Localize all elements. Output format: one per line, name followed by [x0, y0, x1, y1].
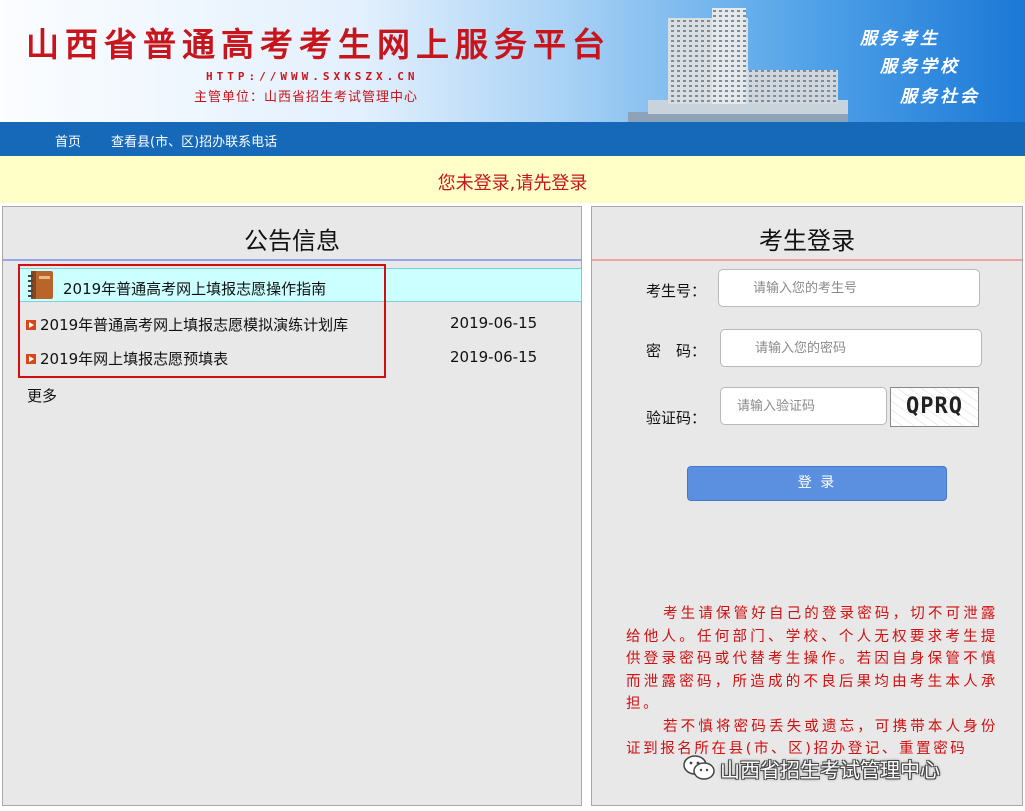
slogan-3: 服务社会	[900, 87, 980, 107]
wechat-icon	[683, 755, 715, 780]
password-input[interactable]	[720, 329, 982, 367]
more-link[interactable]: 更多	[27, 385, 57, 406]
password-label: 密 码：	[646, 342, 707, 360]
login-divider	[592, 259, 1022, 261]
nav-item-county-phones[interactable]: 查看县(市、区)招办联系电话	[111, 131, 277, 150]
password-warning-p1: 考生请保管好自己的登录密码，切不可泄露给他人。任何部门、学校、个人无权要求考生提…	[626, 606, 998, 712]
slogan-2: 服务学校	[880, 57, 960, 77]
wechat-watermark: 山西省招生考试管理中心	[682, 753, 940, 783]
site-url: HTTP://WWW.SXKSZX.CN	[206, 70, 419, 83]
candidate-number-label: 考生号：	[646, 282, 707, 300]
site-title: 山西省普通高考考生网上服务平台	[26, 25, 611, 64]
announcement-divider	[3, 259, 581, 261]
captcha-label: 验证码：	[646, 409, 707, 427]
nav-bar: 首页 查看县(市、区)招办联系电话	[0, 122, 1025, 156]
candidate-number-input[interactable]	[718, 269, 980, 307]
announcement-date-3: 2019-06-15	[450, 348, 538, 366]
password-warning: 考生请保管好自己的登录密码，切不可泄露给他人。任何部门、学校、个人无权要求考生提…	[626, 603, 998, 761]
highlight-annotation-box	[18, 264, 386, 378]
site-org: 主管单位：山西省招生考试管理中心	[194, 90, 419, 105]
login-panel: 考生登录 考生号： 密 码： 验证码： QPRQ 登 录 考生请保管好自己的登录…	[591, 206, 1023, 806]
login-notice-text: 您未登录,请先登录	[437, 173, 588, 194]
login-notice-bar: 您未登录,请先登录	[0, 156, 1025, 203]
watermark-text: 山西省招生考试管理中心	[720, 757, 940, 782]
slogan-1: 服务考生	[860, 29, 940, 49]
nav-item-home[interactable]: 首页	[55, 131, 81, 150]
announcement-date-2: 2019-06-15	[450, 314, 538, 332]
header-banner: 山西省普通高考考生网上服务平台 HTTP://WWW.SXKSZX.CN 主管单…	[0, 0, 1025, 122]
announcement-panel: 公告信息 2019年普通高考网上填报志愿操作指南 2019年普通高考网上填报志愿…	[2, 206, 582, 806]
announcement-title: 公告信息	[244, 227, 340, 255]
building-image	[628, 8, 848, 122]
login-title: 考生登录	[759, 227, 855, 255]
captcha-input[interactable]	[720, 387, 887, 425]
captcha-image[interactable]: QPRQ	[890, 387, 979, 427]
login-button[interactable]: 登 录	[687, 466, 947, 501]
